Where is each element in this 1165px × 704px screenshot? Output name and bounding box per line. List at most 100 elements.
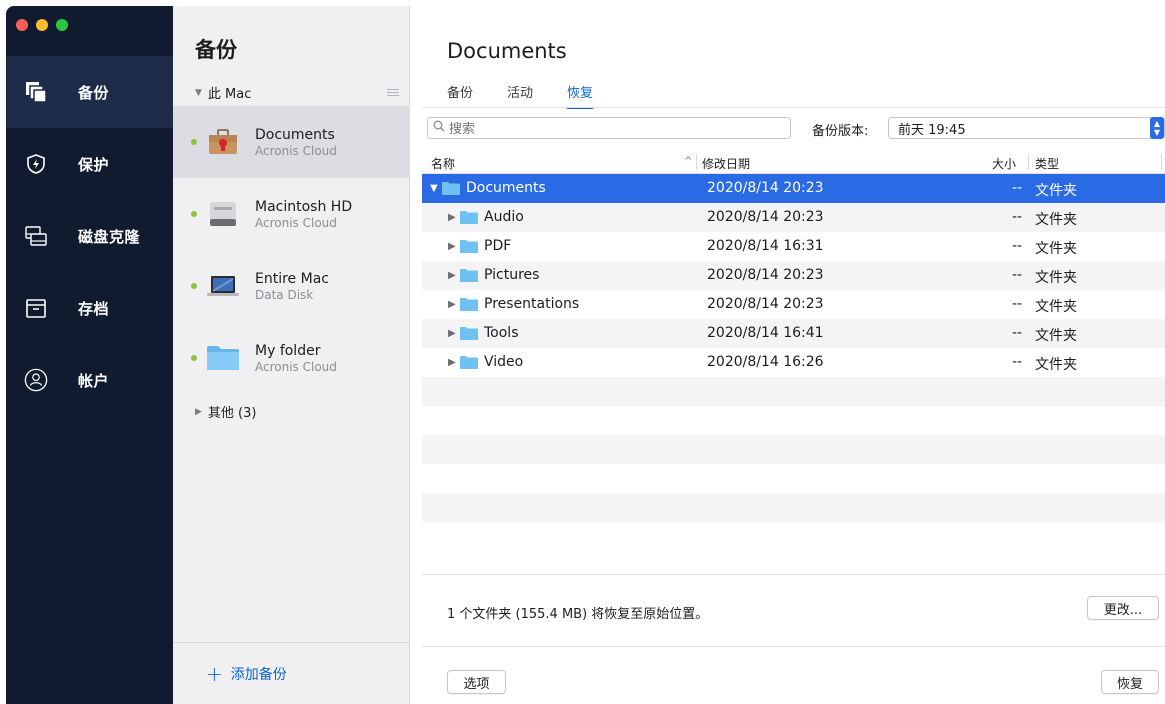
add-backup-label: 添加备份: [230, 666, 287, 683]
disclosure-right-icon[interactable]: ▶: [448, 328, 458, 339]
type-cell: 文件夹: [1035, 270, 1077, 286]
empty-row: [422, 377, 1165, 406]
disclosure-right-icon[interactable]: ▶: [448, 270, 458, 281]
list-title: 备份: [195, 38, 237, 62]
table-row[interactable]: ▶ Pictures 2020/8/14 20:23 -- 文件夹: [422, 261, 1165, 290]
disclosure-right-icon[interactable]: ▶: [448, 299, 458, 310]
date-cell: 2020/8/14 16:41: [707, 325, 824, 341]
app-window: 备份 保护 磁盘克隆 存档 帐户 备份 ▼ 此 Mac Documents Ac…: [6, 6, 1165, 704]
table-row[interactable]: ▼ Documents 2020/8/14 20:23 -- 文件夹: [422, 174, 1165, 203]
file-name: Video: [484, 354, 524, 370]
date-cell: 2020/8/14 16:31: [707, 238, 824, 254]
column-header-name[interactable]: 名称: [431, 155, 455, 172]
table-row[interactable]: ▶ PDF 2020/8/14 16:31 -- 文件夹: [422, 232, 1165, 261]
folder-icon: [460, 326, 478, 340]
backup-destination: Acronis Cloud: [255, 215, 337, 230]
column-separator: [1161, 154, 1162, 170]
backup-destination: Acronis Cloud: [255, 143, 337, 158]
divider: [422, 107, 1165, 108]
empty-row: [422, 435, 1165, 464]
status-dot: [191, 355, 197, 361]
table-header: 名称 ^ 修改日期 大小 类型: [422, 150, 1165, 174]
plus-icon: +: [206, 661, 223, 686]
version-select[interactable]: 前天 19:45 ▲ ▼: [888, 117, 1165, 139]
table-row[interactable]: ▶ Audio 2020/8/14 20:23 -- 文件夹: [422, 203, 1165, 232]
file-name: PDF: [484, 238, 512, 254]
backup-item-my-folder[interactable]: My folder Acronis Cloud: [173, 322, 410, 394]
column-header-date[interactable]: 修改日期: [702, 155, 750, 172]
search-field[interactable]: [427, 117, 791, 139]
file-name: Tools: [484, 325, 519, 341]
zoom-window-button[interactable]: [56, 19, 68, 31]
disclosure-right-icon[interactable]: ▶: [448, 212, 458, 223]
nav-label: 保护: [78, 155, 110, 174]
file-name: Presentations: [484, 296, 580, 312]
nav-label: 磁盘克隆: [78, 227, 141, 246]
table-body: ▼ Documents 2020/8/14 20:23 -- 文件夹 ▶ Aud…: [422, 174, 1165, 551]
group-others[interactable]: ▶ 其他 (3): [195, 402, 256, 421]
date-cell: 2020/8/14 20:23: [707, 296, 824, 312]
backup-item-macintosh-hd[interactable]: Macintosh HD Acronis Cloud: [173, 178, 410, 250]
nav-item-backup[interactable]: 备份: [6, 56, 173, 128]
folder-icon: [460, 355, 478, 369]
status-dot: [191, 283, 197, 289]
column-header-size[interactable]: 大小: [992, 155, 1016, 172]
group-this-mac[interactable]: ▼ 此 Mac: [195, 83, 399, 102]
backup-destination: Acronis Cloud: [255, 359, 337, 374]
window-controls: [16, 19, 68, 31]
account-icon: [24, 368, 48, 392]
column-header-type[interactable]: 类型: [1035, 155, 1059, 172]
column-separator: [1028, 154, 1029, 170]
others-label: 其他 (3): [207, 406, 257, 421]
close-window-button[interactable]: [16, 19, 28, 31]
group-label: 此 Mac: [207, 87, 252, 102]
minimize-window-button[interactable]: [36, 19, 48, 31]
folder-icon: [460, 239, 478, 253]
search-input[interactable]: [449, 120, 769, 136]
type-cell: 文件夹: [1035, 299, 1077, 315]
add-backup-button[interactable]: + 添加备份: [173, 642, 410, 704]
shield-icon: [24, 152, 48, 176]
backup-item-documents[interactable]: Documents Acronis Cloud: [173, 106, 410, 178]
date-cell: 2020/8/14 20:23: [707, 180, 824, 196]
change-location-button[interactable]: 更改...: [1087, 596, 1159, 620]
sort-ascending-icon: ^: [684, 156, 693, 167]
disk-clone-icon: [24, 224, 48, 248]
nav-label: 帐户: [78, 371, 110, 390]
table-row[interactable]: ▶ Tools 2020/8/14 16:41 -- 文件夹: [422, 319, 1165, 348]
nav-item-account[interactable]: 帐户: [6, 344, 173, 416]
recover-button[interactable]: 恢复: [1101, 670, 1159, 694]
options-button[interactable]: 选项: [447, 670, 506, 694]
disclosure-right-icon: ▶: [195, 406, 202, 417]
backup-destination: Data Disk: [255, 287, 314, 302]
nav-label: 存档: [78, 299, 110, 318]
name-cell: ▶ Video: [448, 354, 523, 370]
tab-activity[interactable]: 活动: [507, 82, 533, 109]
disclosure-right-icon[interactable]: ▶: [448, 241, 458, 252]
nav-item-disk-clone[interactable]: 磁盘克隆: [6, 200, 173, 272]
disclosure-down-icon[interactable]: ▼: [430, 183, 440, 194]
backup-item-entire-mac[interactable]: Entire Mac Data Disk: [173, 250, 410, 322]
date-cell: 2020/8/14 20:23: [707, 209, 824, 225]
backup-list-pane: 备份 ▼ 此 Mac Documents Acronis Cloud Macin…: [173, 6, 410, 704]
size-cell: --: [1012, 267, 1023, 283]
tab-recovery[interactable]: 恢复: [567, 82, 594, 109]
disclosure-down-icon: ▼: [195, 87, 202, 98]
menu-icon[interactable]: [387, 87, 399, 98]
file-table: 名称 ^ 修改日期 大小 类型 ▼ Documents 2020/8/14 20…: [422, 150, 1165, 551]
backup-name: Macintosh HD: [255, 198, 353, 215]
empty-row: [422, 464, 1165, 493]
nav-item-archive[interactable]: 存档: [6, 272, 173, 344]
table-row[interactable]: ▶ Video 2020/8/14 16:26 -- 文件夹: [422, 348, 1165, 377]
laptop-icon: [205, 271, 241, 301]
tab-backup[interactable]: 备份: [447, 82, 473, 109]
folder-icon: [460, 210, 478, 224]
status-dot: [191, 211, 197, 217]
table-row[interactable]: ▶ Presentations 2020/8/14 20:23 -- 文件夹: [422, 290, 1165, 319]
status-dot: [191, 139, 197, 145]
file-name: Pictures: [484, 267, 540, 283]
folder-icon: [442, 181, 460, 195]
disclosure-right-icon[interactable]: ▶: [448, 357, 458, 368]
nav-rail: 备份 保护 磁盘克隆 存档 帐户: [6, 6, 173, 704]
nav-item-protection[interactable]: 保护: [6, 128, 173, 200]
